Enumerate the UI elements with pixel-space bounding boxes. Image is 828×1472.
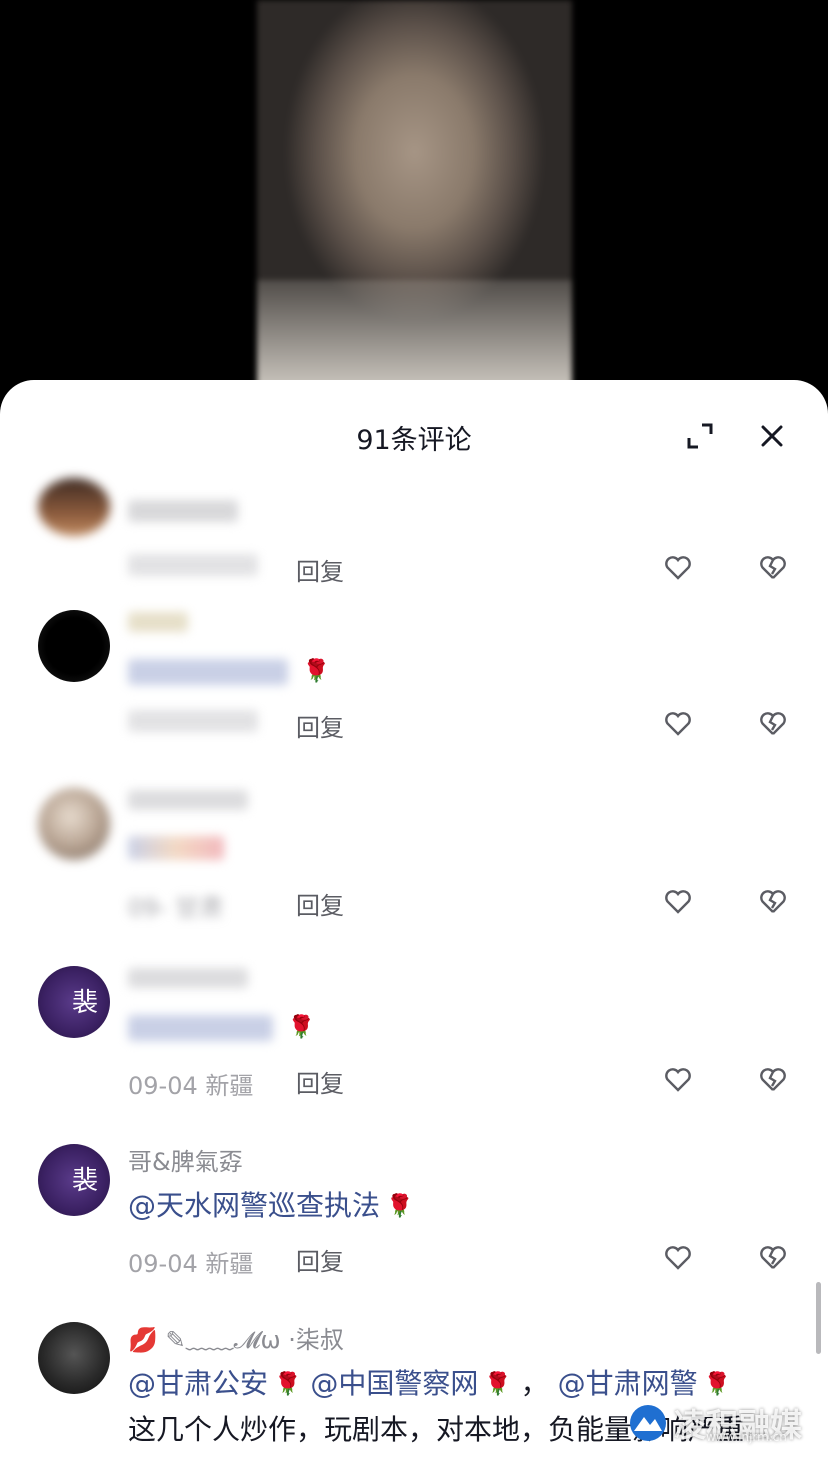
comment-text: 🌹: [128, 1010, 315, 1043]
avatar[interactable]: [38, 610, 110, 682]
broken-heart-icon[interactable]: [758, 708, 788, 738]
rose-emoji: 🌹: [386, 1194, 414, 1219]
comments-sheet: 91条评论 回复 🌹 回复 09- 甘肃 回复 裴 🌹 09-04 新疆 回复 …: [0, 380, 828, 1472]
avatar-glyph: 裴: [72, 988, 99, 1018]
username-blurred: [128, 612, 188, 632]
reply-button[interactable]: 回复: [296, 708, 344, 743]
reply-button[interactable]: 回复: [296, 1064, 344, 1099]
reply-button[interactable]: 回复: [296, 1242, 344, 1277]
rose-emoji: 🌹: [703, 1372, 731, 1397]
username[interactable]: 哥&脾氣孬: [128, 1142, 243, 1177]
video-frame-blurred-person: [257, 0, 572, 400]
reply-button[interactable]: 回复: [296, 552, 344, 587]
mention-link[interactable]: @天水网警巡查执法: [128, 1189, 380, 1222]
rose-emoji: 🌹: [274, 1372, 302, 1397]
comment-text: @天水网警巡查执法 🌹: [128, 1184, 413, 1224]
comment-meta-blurred: [128, 554, 258, 576]
avatar-glyph: 裴: [72, 1166, 99, 1196]
watermark: 凌积融媒 www.lnjrm.cn: [628, 1400, 802, 1446]
comment-text: 🌹: [128, 654, 330, 687]
rose-emoji: 🌹: [287, 1015, 316, 1040]
comment-meta: 09-04 新疆: [128, 1250, 254, 1278]
heart-icon[interactable]: [663, 1242, 693, 1272]
comment-text: @甘肃公安 🌹 @中国警察网 🌹 ， @甘肃网警 🌹: [128, 1367, 731, 1400]
comment-meta-blurred: [128, 710, 258, 732]
expand-icon: [687, 423, 713, 449]
avatar[interactable]: 裴: [38, 1144, 110, 1216]
heart-icon[interactable]: [663, 1064, 693, 1094]
sheet-header: 91条评论: [0, 380, 828, 492]
avatar[interactable]: 裴: [38, 966, 110, 1038]
mention-link[interactable]: @甘肃网警: [558, 1367, 698, 1400]
mention-link[interactable]: @甘肃公安: [128, 1367, 268, 1400]
reply-button[interactable]: 回复: [296, 886, 344, 921]
avatar[interactable]: [38, 1322, 110, 1394]
username[interactable]: 💋 ✎﹏﹏𝓜ω ·柒叔: [128, 1320, 344, 1355]
broken-heart-icon[interactable]: [758, 1242, 788, 1272]
comment-meta: 09-04 新疆: [128, 1072, 254, 1100]
rose-emoji: 🌹: [484, 1372, 512, 1397]
avatar[interactable]: [38, 788, 110, 860]
watermark-url: www.lnjrm.cn: [706, 1430, 787, 1444]
broken-heart-icon[interactable]: [758, 552, 788, 582]
username-blurred: [128, 790, 248, 810]
close-button[interactable]: [756, 420, 788, 452]
lips-icon: 💋: [128, 1326, 158, 1354]
heart-icon[interactable]: [663, 708, 693, 738]
mention-link[interactable]: @中国警察网: [310, 1367, 478, 1400]
heart-icon[interactable]: [663, 552, 693, 582]
broken-heart-icon[interactable]: [758, 886, 788, 916]
expand-button[interactable]: [684, 420, 716, 452]
comment-text-blurred: [128, 836, 224, 860]
avatar[interactable]: [38, 478, 110, 536]
video-player[interactable]: [0, 0, 828, 400]
close-icon: [761, 425, 783, 447]
username-blurred: [128, 968, 248, 988]
comment-meta: 09- 甘肃: [128, 894, 223, 922]
broken-heart-icon[interactable]: [758, 1064, 788, 1094]
scrollbar[interactable]: [816, 1282, 821, 1354]
rose-emoji: 🌹: [302, 659, 331, 684]
heart-icon[interactable]: [663, 886, 693, 916]
watermark-logo-icon: [630, 1405, 666, 1441]
username-blurred: [128, 500, 238, 522]
